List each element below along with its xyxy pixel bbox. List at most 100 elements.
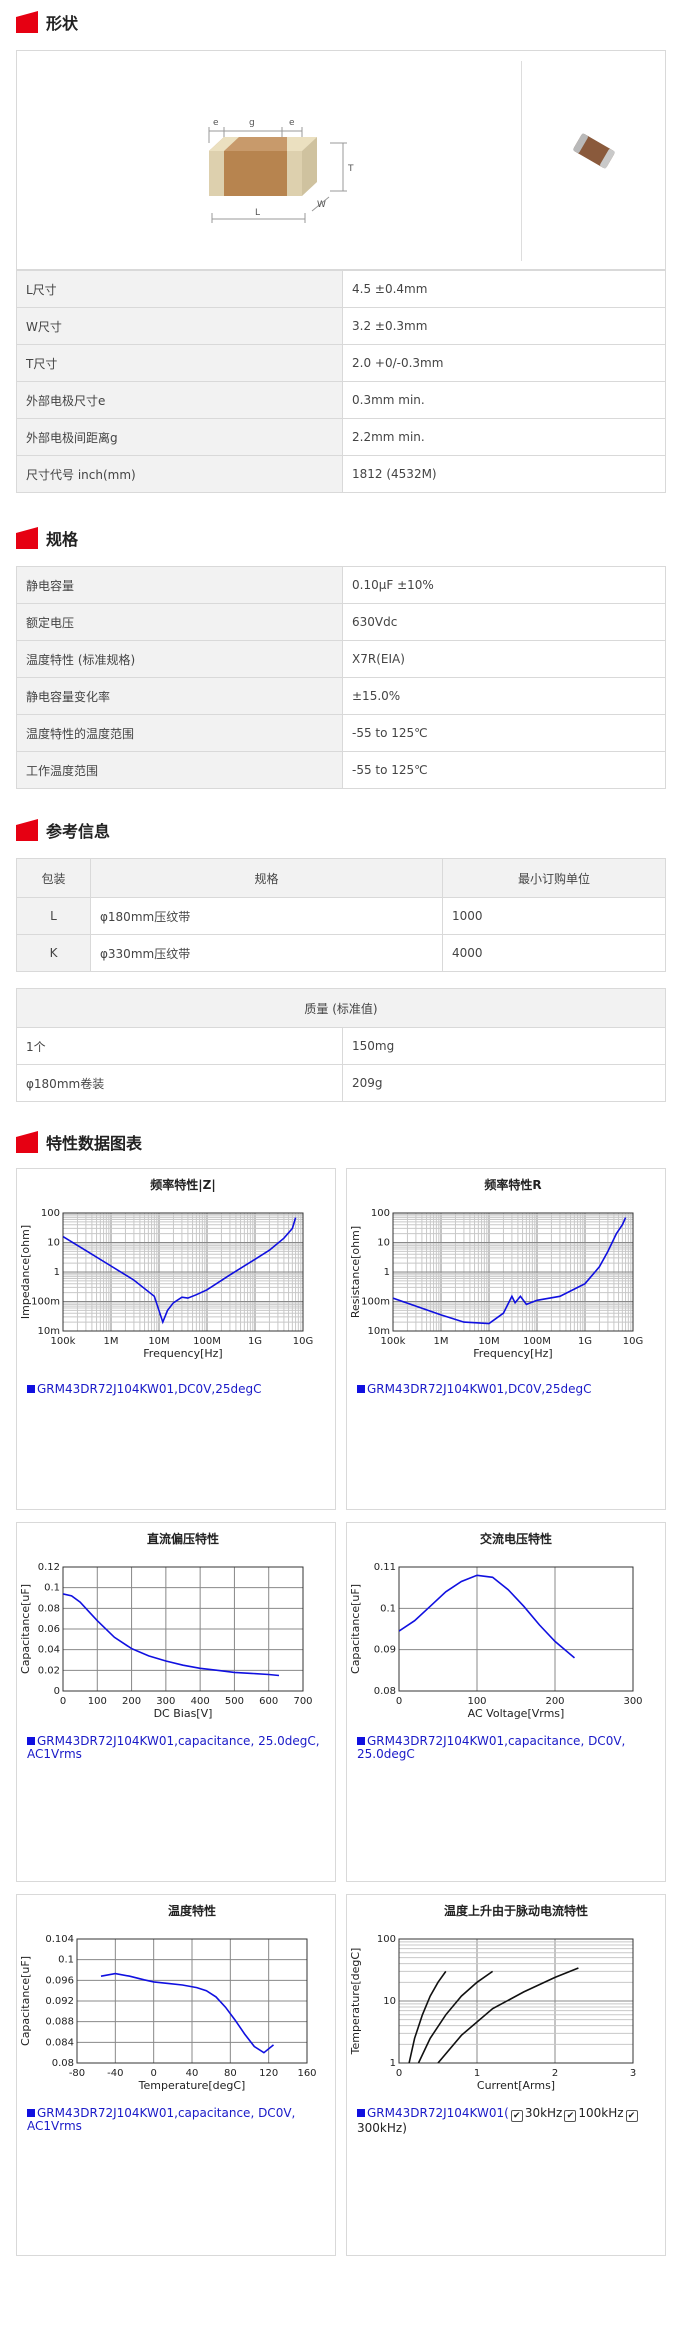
x-tick-label: 0 [60, 1696, 66, 1707]
x-tick-label: 700 [293, 1696, 312, 1707]
dimension-diagram: e g e T W L [208, 118, 354, 223]
series-line [100, 1972, 275, 2054]
y-axis-label: Resistance[ohm] [349, 1226, 362, 1318]
table-row: 静电容量 0.10μF ±10% [16, 566, 666, 604]
x-tick-label: 2 [552, 2068, 558, 2079]
row-label: L尺寸 [16, 270, 343, 308]
section-header-ref: 参考信息 [16, 816, 110, 844]
y-tick-label: 10m [368, 1326, 390, 1337]
dim-label-e1: e [213, 118, 219, 128]
package-table: 包装 规格 最小订购单位 Lφ180mm压纹带 1000 Kφ330mm压纹带 400… [16, 858, 666, 972]
table-row: 温度特性的温度范围 -55 to 125℃ [16, 714, 666, 752]
table-row: 外部电极尺寸e 0.3mm min. [16, 381, 666, 419]
x-tick-label: 1G [578, 1336, 592, 1347]
y-tick-label: 100m [361, 1297, 390, 1308]
legend-swatch-icon [357, 1737, 365, 1745]
section-marker-icon [16, 11, 38, 33]
col-header-min-order: 最小订购单位 [442, 858, 666, 898]
x-tick-label: 500 [225, 1696, 244, 1707]
chart-grid [62, 1566, 304, 1692]
chart-legend: GRM43DR72J104KW01(✔ 30kHz ✔ 100kHz ✔300kHz) [357, 2107, 667, 2135]
x-tick-label: 100M [523, 1336, 551, 1347]
table-row: 温度特性 (标准规格) X7R(EIA) [16, 640, 666, 678]
x-tick-label: 300 [156, 1696, 175, 1707]
dim-label-e2: e [289, 118, 295, 128]
row-label: φ180mm卷装 [16, 1064, 343, 1102]
package-code: K [16, 934, 91, 972]
row-label: 静电容量变化率 [16, 677, 343, 715]
row-value: 209g [342, 1064, 666, 1102]
chart-panel-impedance: 频率特性|Z| 100k 1M 10M 100M 1G 10G 100 10 1 100m 10m Fr… [16, 1168, 336, 1510]
row-label: 工作温度范围 [16, 751, 343, 789]
section-header-shape: 形状 [16, 8, 78, 36]
chart-svg: 频率特性R 100k 1M 10M 100M 1G 10G 100 10 1 100m 10m Freq… [349, 1177, 643, 1360]
table-row: W尺寸 3.2 ±0.3mm [16, 307, 666, 345]
shape-table: L尺寸 4.5 ±0.4mm W尺寸 3.2 ±0.3mm T尺寸 2.0 +0/-0.3… [16, 270, 666, 493]
chart-grid [62, 1213, 303, 1332]
section-header-spec: 规格 [16, 524, 78, 552]
y-tick-label: 0.02 [38, 1665, 60, 1676]
chart-legend: GRM43DR72J104KW01,DC0V,25degC [357, 1383, 667, 1396]
chart-svg: 频率特性|Z| 100k 1M 10M 100M 1G 10G 100 10 1 100m 10m Fr… [19, 1177, 313, 1360]
row-label: T尺寸 [16, 344, 343, 382]
x-tick-label: 10M [478, 1336, 499, 1347]
legend-text: GRM43DR72J104KW01( [367, 2106, 509, 2120]
x-tick-label: 200 [545, 1696, 564, 1707]
x-axis-label: Frequency[Hz] [473, 1347, 552, 1360]
y-tick-label: 0 [54, 1686, 60, 1697]
legend-text: GRM43DR72J104KW01,DC0V,25degC [37, 1382, 262, 1396]
y-tick-label: 0.084 [45, 2037, 74, 2048]
y-tick-label: 0.08 [374, 1686, 396, 1697]
table-row: φ180mm卷装 209g [16, 1064, 666, 1102]
y-tick-label: 0.096 [45, 1975, 74, 1986]
mass-table: 质量 (标准值) 1个 150mg φ180mm卷装 209g [16, 988, 666, 1102]
section-marker-icon [16, 1131, 38, 1153]
y-tick-label: 10 [47, 1238, 60, 1249]
row-value: 1812 (4532M) [342, 455, 666, 493]
x-tick-label: 10M [148, 1336, 169, 1347]
chart-title: 频率特性|Z| [150, 1177, 215, 1192]
legend-checkbox[interactable]: ✔ [564, 2110, 577, 2122]
legend-text: GRM43DR72J104KW01,capacitance, DC0V, 25.… [357, 1734, 626, 1761]
chart-panel-ripple: 温度上升由于脉动电流特性 0 1 2 3 100 10 1 Current[Arms] Tempe… [346, 1894, 666, 2256]
y-tick-label: 100 [41, 1208, 60, 1219]
row-value: -55 to 125℃ [342, 714, 666, 752]
chip-3d-drawing [209, 137, 317, 196]
x-tick-label: 100k [381, 1336, 406, 1347]
x-axis-label: Frequency[Hz] [143, 1347, 222, 1360]
x-tick-label: 100M [193, 1336, 221, 1347]
table-row: L尺寸 4.5 ±0.4mm [16, 270, 666, 308]
table-row: 1个 150mg [16, 1027, 666, 1065]
x-tick-label: 0 [396, 2068, 402, 2079]
row-value: X7R(EIA) [342, 640, 666, 678]
x-tick-label: 100k [51, 1336, 76, 1347]
x-tick-label: 3 [630, 2068, 636, 2079]
y-axis-label: Impedance[ohm] [19, 1225, 32, 1319]
y-tick-label: 1 [384, 1267, 390, 1278]
chip-photo-image [573, 133, 615, 169]
legend-checkbox[interactable]: ✔ [625, 2110, 638, 2122]
legend-item-label: 30kHz [524, 2106, 563, 2120]
row-value: 4.5 ±0.4mm [342, 270, 666, 308]
y-tick-label: 100 [371, 1208, 390, 1219]
legend-swatch-icon [27, 1737, 35, 1745]
spec-table: 静电容量 0.10μF ±10% 额定电压 630Vdc 温度特性 (标准规格) X7R(… [16, 566, 666, 789]
y-tick-label: 0.1 [380, 1603, 396, 1614]
x-tick-label: 0 [150, 2068, 156, 2079]
row-label: 1个 [16, 1027, 343, 1065]
dim-label-w: W [317, 200, 326, 210]
y-tick-label: 0.06 [38, 1624, 60, 1635]
x-tick-label: 10G [623, 1336, 643, 1347]
row-value: 630Vdc [342, 603, 666, 641]
row-value: 0.3mm min. [342, 381, 666, 419]
chart-svg: 温度上升由于脉动电流特性0 1 2 3100101Current[Arms]Tempe… [349, 1903, 636, 2092]
row-label: 外部电极尺寸e [16, 381, 343, 419]
y-tick-label: 0.104 [45, 1934, 74, 1945]
table-row: T尺寸 2.0 +0/-0.3mm [16, 344, 666, 382]
chart-legend: GRM43DR72J104KW01,capacitance, 25.0degC,… [27, 1735, 337, 1761]
col-header-spec: 规格 [90, 858, 443, 898]
x-tick-label: 100 [88, 1696, 107, 1707]
legend-checkbox[interactable]: ✔ [510, 2110, 523, 2122]
chart-grid [76, 1938, 308, 2064]
y-tick-label: 0.088 [45, 2017, 74, 2028]
